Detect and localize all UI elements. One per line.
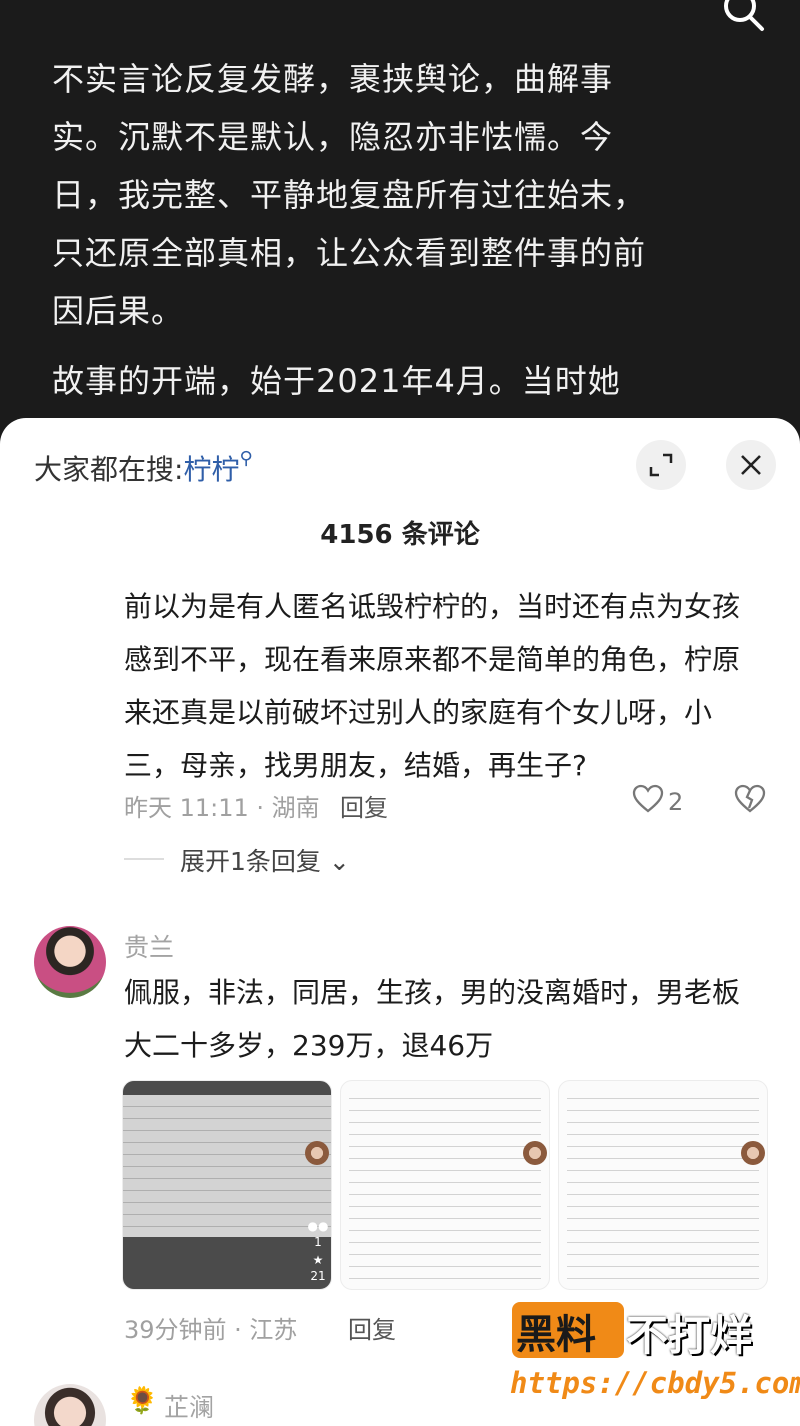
avatar[interactable] [34,926,106,998]
chevron-down-icon: ⌄ [328,847,350,876]
small-search-icon: ⚲ [239,448,253,469]
attached-image[interactable]: ●● 1 ★ 21 [122,1080,332,1290]
broken-heart-icon[interactable] [734,784,766,814]
thumb-avatar [305,1141,329,1165]
comment-icon: ●● [307,1219,329,1233]
close-button[interactable] [726,440,776,490]
article-paragraph: 不实言论反复发酵，裹挟舆论，曲解事实。沉默不是默认，隐忍亦非怯懦。今日，我完整、… [52,60,647,330]
trending-search-prefix: 大家都在搜: [34,453,184,486]
watermark-url: https://cbdy5.com [510,1366,800,1400]
search-icon[interactable] [718,0,770,38]
username[interactable]: 贵兰 [124,928,174,964]
avatar[interactable] [34,1384,106,1426]
comment-text: 佩服，非法，同居，生孩，男的没离婚时，男老板大二十多岁，239万，退46万 [124,976,741,1062]
document-image [123,1095,331,1237]
trending-search[interactable]: 大家都在搜:柠柠⚲ [34,448,253,488]
comment-count: 4156 条评论 [320,520,480,550]
expand-icon [649,453,673,477]
comment-sheet: 大家都在搜:柠柠⚲ 4156 条评论 前以为是有人匿名诋毁柠柠的，当时还有点为女… [0,418,800,1426]
watermark-brand-left: 黑料 [516,1312,596,1358]
close-icon [741,455,761,475]
expand-replies-button[interactable]: 展开1条回复 ⌄ [180,842,350,878]
expand-sheet-button[interactable] [636,440,686,490]
watermark-brand-right: 不打烊 [626,1311,753,1360]
username[interactable]: 芷澜 [164,1388,214,1424]
document-image [349,1087,541,1283]
reply-button[interactable]: 回复 [348,1310,396,1345]
comment-meta: 39分钟前 · 江苏 [124,1316,298,1344]
article-paragraph: 故事的开端，始于2021年4月。当时她 [52,362,621,400]
reply-button[interactable]: 回复 [340,788,388,823]
comment-meta: 昨天 11:11 · 湖南 [124,794,320,822]
like-count: 2 [668,788,684,816]
star-icon: ★ [312,1253,324,1267]
sunflower-icon: 🌻 [126,1386,159,1416]
attached-image[interactable] [340,1080,550,1290]
document-image [567,1087,759,1283]
comment-text: 前以为是有人匿名诋毁柠柠的，当时还有点为女孩感到不平，现在看来原来都不是简单的角… [124,590,741,782]
expand-replies-label: 展开1条回复 [180,847,321,876]
thumb-count-comments: 1 [314,1235,322,1249]
trending-search-keyword[interactable]: 柠柠 [183,453,239,486]
attached-image[interactable] [558,1080,768,1290]
thumb-avatar [523,1141,547,1165]
divider [124,858,164,860]
thumb-avatar [741,1141,765,1165]
thumb-count-stars: 21 [310,1269,326,1283]
heart-icon[interactable] [632,784,664,814]
article-body: 不实言论反复发酵，裹挟舆论，曲解事实。沉默不是默认，隐忍亦非怯懦。今日，我完整、… [0,0,800,430]
